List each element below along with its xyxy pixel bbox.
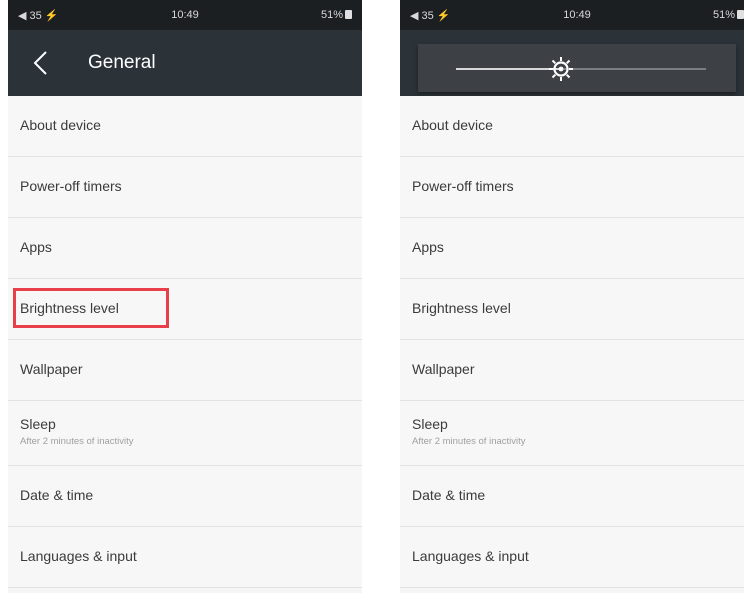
menu-item-wallpaper[interactable]: Wallpaper [8, 340, 362, 401]
phone-screen-left: ◀ 35 ⚡ 10:49 51% General About device Po… [8, 0, 362, 593]
menu-item-subtitle: After 2 minutes of inactivity [20, 436, 134, 447]
brightness-panel [400, 30, 744, 96]
battery-label: 51% [320, 9, 343, 21]
menu-item-label: Sleep [20, 416, 56, 432]
page-title: General [88, 52, 156, 73]
menu-item-label: Power-off timers [412, 178, 514, 194]
menu-item-label: Languages & input [412, 548, 529, 564]
settings-menu: About device Power-off timers Apps Brigh… [400, 96, 744, 588]
menu-item-label: Power-off timers [20, 178, 122, 194]
menu-item-label: Wallpaper [20, 361, 83, 377]
menu-item-power-off-timers[interactable]: Power-off timers [8, 157, 362, 218]
battery-label: 51% [712, 9, 735, 21]
battery-icon [345, 10, 352, 19]
menu-item-label: Date & time [20, 487, 94, 503]
slider-track[interactable] [456, 68, 706, 70]
menu-item-sleep[interactable]: Sleep After 2 minutes of inactivity [400, 401, 744, 466]
menu-item-label: Wallpaper [412, 361, 475, 377]
menu-item-label: Date & time [412, 487, 486, 503]
menu-item-languages-input[interactable]: Languages & input [400, 527, 744, 588]
menu-item-about-device[interactable]: About device [8, 96, 362, 157]
menu-item-about-device[interactable]: About device [400, 96, 744, 157]
menu-item-label: Apps [20, 239, 52, 255]
back-arrow-icon[interactable] [30, 50, 52, 76]
menu-item-languages-input[interactable]: Languages & input [8, 527, 362, 588]
status-bar: ◀ 35 ⚡ 10:49 51% [8, 0, 362, 30]
menu-item-subtitle: After 2 minutes of inactivity [412, 436, 526, 447]
menu-item-power-off-timers[interactable]: Power-off timers [400, 157, 744, 218]
battery-indicator: 51% [713, 9, 744, 21]
battery-icon [737, 10, 744, 19]
menu-item-label: Sleep [412, 416, 448, 432]
slider-fill [456, 68, 561, 70]
phone-screen-right: ◀ 35 ⚡ 10:49 51% About device Power-off … [400, 0, 744, 593]
menu-item-date-time[interactable]: Date & time [8, 466, 362, 527]
app-bar: General [8, 30, 362, 96]
menu-item-label: About device [412, 117, 493, 133]
menu-item-label: Languages & input [20, 548, 137, 564]
menu-item-date-time[interactable]: Date & time [400, 466, 744, 527]
menu-item-brightness-level[interactable]: Brightness level [8, 279, 362, 340]
status-time: 10:49 [171, 9, 199, 21]
status-bar: ◀ 35 ⚡ 10:49 51% [400, 0, 744, 30]
menu-item-label: Apps [412, 239, 444, 255]
menu-item-label: About device [20, 117, 101, 133]
menu-item-apps[interactable]: Apps [8, 218, 362, 279]
settings-menu: About device Power-off timers Apps Brigh… [8, 96, 362, 588]
menu-item-apps[interactable]: Apps [400, 218, 744, 279]
menu-item-sleep[interactable]: Sleep After 2 minutes of inactivity [8, 401, 362, 466]
brightness-slider[interactable] [418, 44, 736, 92]
menu-item-label: Brightness level [412, 300, 511, 316]
status-time: 10:49 [563, 9, 591, 21]
battery-indicator: 51% [321, 9, 352, 21]
menu-item-brightness-level[interactable]: Brightness level [400, 279, 744, 340]
menu-item-label: Brightness level [20, 300, 119, 316]
menu-item-wallpaper[interactable]: Wallpaper [400, 340, 744, 401]
brightness-sun-icon[interactable] [548, 56, 574, 82]
